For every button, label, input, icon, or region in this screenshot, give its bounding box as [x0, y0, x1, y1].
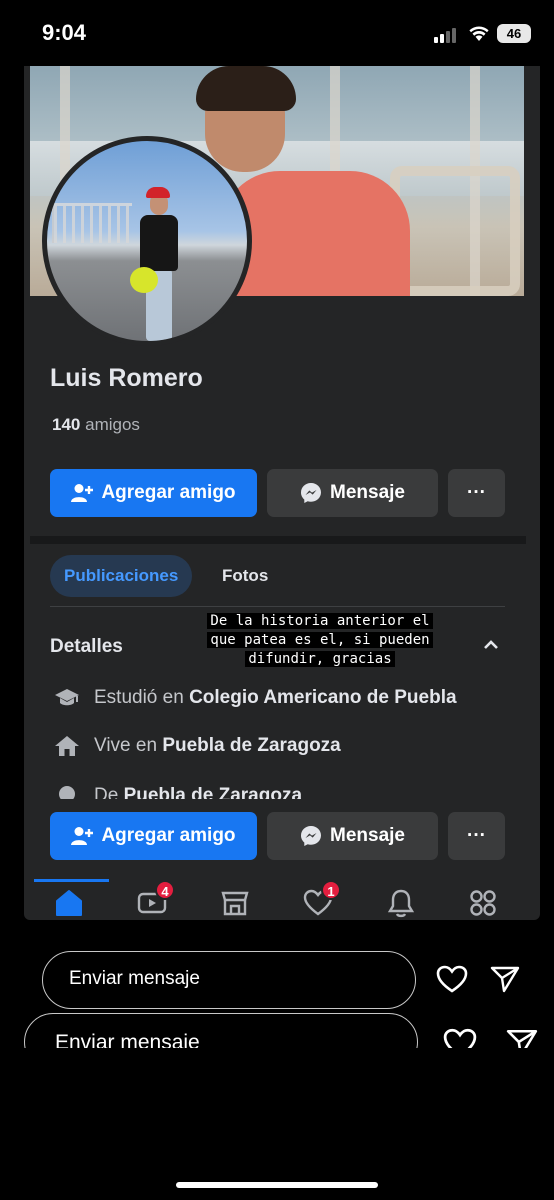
- notification-badge: 4: [155, 880, 175, 900]
- story-text-line: De la historia anterior el: [207, 613, 433, 629]
- chevron-up-icon[interactable]: [482, 638, 500, 652]
- profile-picture[interactable]: [42, 136, 252, 346]
- wifi-icon: [469, 26, 489, 41]
- message-button[interactable]: Mensaje: [267, 469, 438, 517]
- detail-residence[interactable]: Vive en Puebla de Zaragoza: [54, 735, 341, 757]
- marketplace-icon: [221, 891, 249, 916]
- menu-grid-icon: [470, 890, 496, 916]
- more-options-icon: ···: [467, 825, 486, 846]
- status-time: 9:04: [42, 20, 87, 45]
- facebook-profile-screenshot: Luis Romero 140 amigos Agregar amigo Men…: [24, 66, 540, 920]
- notification-badge: 1: [321, 880, 341, 900]
- add-friend-icon: [71, 483, 94, 503]
- details-heading: Detalles: [50, 636, 123, 657]
- add-friend-label: Agregar amigo: [101, 825, 236, 846]
- friend-count-number: 140: [52, 415, 81, 434]
- story-text-line: difundir, gracias: [245, 651, 395, 667]
- detail-education[interactable]: Estudió en Colegio Americano de Puebla: [54, 687, 457, 709]
- heart-icon[interactable]: [436, 964, 468, 994]
- screenshot-crop-area: [0, 1048, 554, 1200]
- section-divider: [30, 536, 526, 544]
- detail-value: Colegio Americano de Puebla: [189, 687, 457, 708]
- more-options-button-sticky[interactable]: ···: [448, 812, 505, 860]
- nav-home[interactable]: [54, 888, 88, 920]
- bell-icon: [387, 889, 415, 918]
- nav-video[interactable]: 4: [137, 880, 175, 920]
- cellular-signal-icon: [434, 28, 456, 43]
- graduation-cap-icon: [55, 689, 79, 706]
- send-icon[interactable]: [490, 965, 520, 993]
- add-friend-button-sticky[interactable]: Agregar amigo: [50, 812, 257, 860]
- nav-menu[interactable]: [468, 888, 502, 920]
- home-indicator[interactable]: [176, 1182, 378, 1188]
- friend-count-label: amigos: [85, 415, 140, 434]
- status-bar: 9:04 46: [0, 0, 554, 66]
- tab-fotos[interactable]: Fotos: [208, 555, 282, 597]
- detail-prefix: Estudió en: [94, 687, 184, 708]
- message-label: Mensaje: [330, 482, 405, 503]
- messenger-icon: [300, 825, 322, 847]
- detail-value: Puebla de Zaragoza: [123, 785, 303, 799]
- detail-prefix: De: [94, 785, 119, 799]
- location-pin-icon: [59, 786, 75, 799]
- tab-publicaciones[interactable]: Publicaciones: [50, 555, 193, 597]
- detail-value: Puebla de Zaragoza: [162, 735, 341, 756]
- profile-name: Luis Romero: [50, 364, 203, 392]
- message-label: Mensaje: [330, 825, 405, 846]
- add-friend-button[interactable]: Agregar amigo: [50, 469, 257, 517]
- active-tab-indicator: [34, 879, 109, 882]
- house-icon: [55, 736, 79, 756]
- story-text-overlay: De la historia anterior el que patea es …: [182, 612, 458, 669]
- nav-dating[interactable]: 1: [303, 880, 341, 920]
- add-friend-icon: [71, 826, 94, 846]
- more-options-icon: ···: [467, 482, 486, 503]
- story-text-line: que patea es el, si pueden: [207, 632, 433, 648]
- story-reply-input[interactable]: Enviar mensaje: [42, 951, 416, 1009]
- more-options-button[interactable]: ···: [448, 469, 505, 517]
- home-icon: [56, 890, 82, 916]
- battery-indicator: 46: [497, 24, 531, 43]
- detail-hometown[interactable]: De Puebla de Zaragoza: [54, 785, 302, 799]
- friend-count[interactable]: 140 amigos: [52, 415, 140, 435]
- tabs-divider: [50, 606, 505, 607]
- message-button-sticky[interactable]: Mensaje: [267, 812, 438, 860]
- detail-prefix: Vive en: [94, 735, 158, 756]
- nav-notifications[interactable]: [386, 888, 420, 920]
- add-friend-label: Agregar amigo: [101, 482, 236, 503]
- nav-marketplace[interactable]: [220, 888, 254, 920]
- messenger-icon: [300, 482, 322, 504]
- bottom-navigation: 4 1: [24, 880, 540, 920]
